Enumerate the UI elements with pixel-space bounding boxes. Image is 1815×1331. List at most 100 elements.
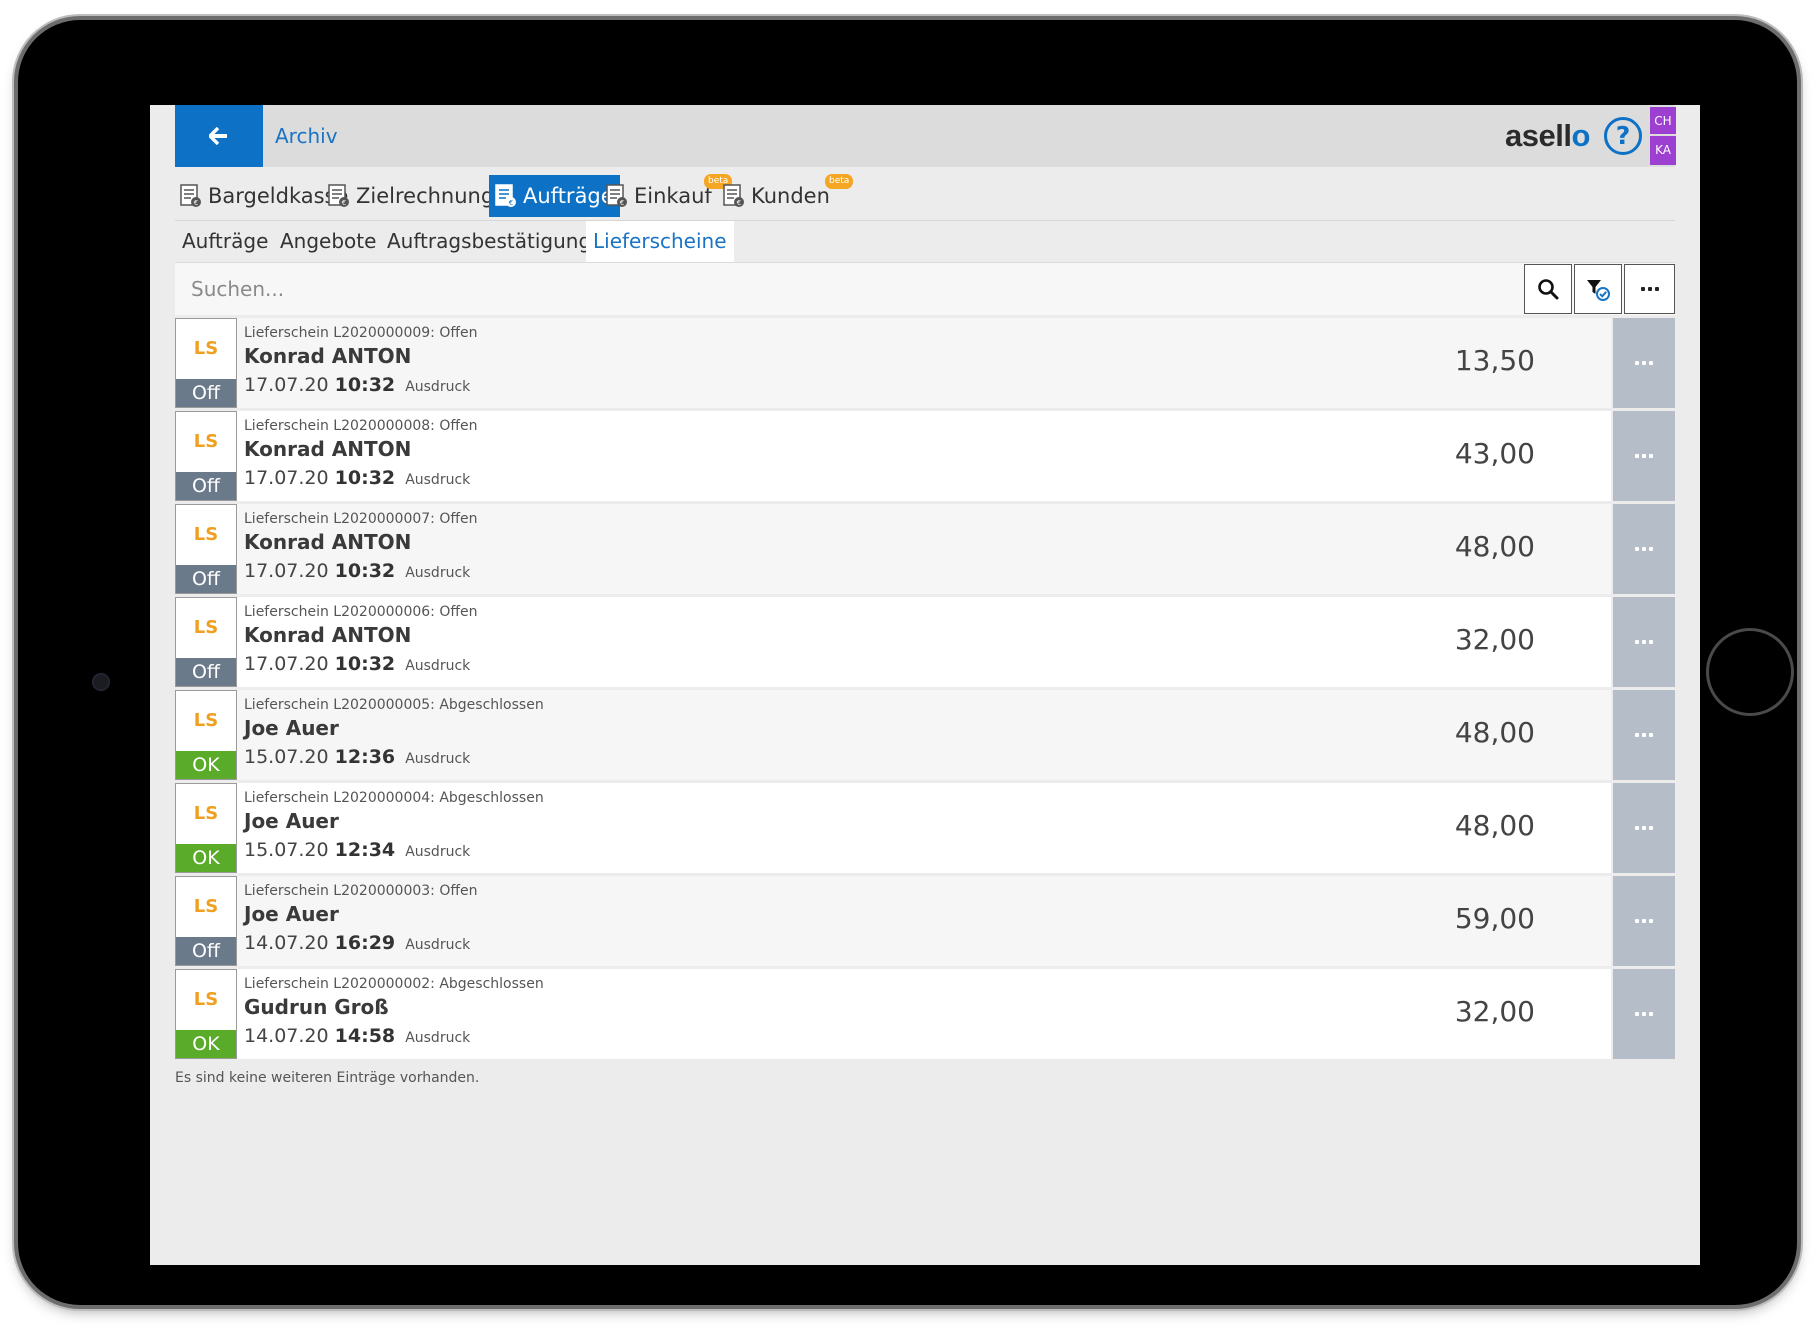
status-badge: Off — [176, 379, 236, 407]
row-more-button[interactable] — [1613, 597, 1675, 687]
amount: 48,00 — [1454, 809, 1535, 842]
document-type-code: LS — [193, 431, 219, 452]
screen: Archiv asello ? CH KA € Bargeldkasse € Z… — [150, 105, 1700, 1265]
purchase-doc-icon: € — [606, 184, 627, 207]
amount: 48,00 — [1454, 530, 1535, 563]
document-time: 10:32 — [334, 374, 396, 396]
tab-bargeldkasse[interactable]: € Bargeldkasse — [180, 175, 348, 217]
amount: 59,00 — [1454, 902, 1535, 935]
date-line: 17.07.20 10:32 Ausdruck — [244, 560, 470, 582]
subtab-lieferscheine[interactable]: Lieferscheine — [586, 221, 734, 262]
document-date: 14.07.20 — [244, 1025, 329, 1047]
filter-button[interactable] — [1574, 264, 1622, 314]
output-mode: Ausdruck — [405, 937, 471, 953]
beta-badge: beta — [825, 174, 854, 189]
document-number: Lieferschein L2020000004: Abgeschlossen — [244, 790, 544, 806]
status-badge: OK — [176, 844, 236, 872]
status-badge: OK — [176, 751, 236, 779]
document-time: 10:32 — [334, 560, 396, 582]
status-badge: Off — [176, 565, 236, 593]
document-type-box: LS OK — [175, 690, 237, 780]
more-options-button[interactable] — [1624, 264, 1675, 314]
subtab-auftraege[interactable]: Aufträge — [182, 221, 268, 262]
customer-name: Joe Auer — [244, 902, 339, 926]
user-initials-bottom: KA — [1655, 143, 1671, 157]
back-button[interactable] — [175, 105, 263, 167]
document-time: 10:32 — [334, 467, 396, 489]
list-item-body[interactable]: LS Off Lieferschein L2020000003: Offen J… — [175, 876, 1611, 966]
search-input[interactable] — [175, 263, 1525, 315]
document-number: Lieferschein L2020000009: Offen — [244, 325, 478, 341]
list-item-body[interactable]: LS OK Lieferschein L2020000004: Abgeschl… — [175, 783, 1611, 873]
date-line: 17.07.20 10:32 Ausdruck — [244, 374, 470, 396]
document-date: 15.07.20 — [244, 839, 329, 861]
document-type-box: LS Off — [175, 597, 237, 687]
document-type-box: LS Off — [175, 876, 237, 966]
output-mode: Ausdruck — [405, 565, 471, 581]
tab-auftraege[interactable]: € Aufträge — [489, 175, 620, 217]
svg-text:€: € — [737, 199, 741, 207]
document-time: 10:32 — [334, 653, 396, 675]
delivery-note-list: LS Off Lieferschein L2020000009: Offen K… — [175, 318, 1675, 1062]
row-more-button[interactable] — [1613, 318, 1675, 408]
camera-lens — [92, 673, 110, 691]
row-more-button[interactable] — [1613, 411, 1675, 501]
document-type-box: LS OK — [175, 969, 237, 1059]
svg-text:€: € — [509, 199, 513, 207]
list-item: LS Off Lieferschein L2020000009: Offen K… — [175, 318, 1675, 408]
more-dots-icon — [1635, 361, 1653, 365]
svg-text:€: € — [620, 199, 624, 207]
document-type-code: LS — [193, 524, 219, 545]
list-item-body[interactable]: LS Off Lieferschein L2020000008: Offen K… — [175, 411, 1611, 501]
subtab-angebote[interactable]: Angebote — [280, 221, 376, 262]
status-badge: Off — [176, 658, 236, 686]
document-number: Lieferschein L2020000003: Offen — [244, 883, 478, 899]
status-badge: OK — [176, 1030, 236, 1058]
date-line: 17.07.20 10:32 Ausdruck — [244, 467, 470, 489]
output-mode: Ausdruck — [405, 1030, 471, 1046]
list-item-body[interactable]: LS Off Lieferschein L2020000007: Offen K… — [175, 504, 1611, 594]
date-line: 15.07.20 12:34 Ausdruck — [244, 839, 470, 861]
more-dots-icon — [1635, 919, 1653, 923]
row-more-button[interactable] — [1613, 876, 1675, 966]
document-time: 16:29 — [334, 932, 396, 954]
row-more-button[interactable] — [1613, 504, 1675, 594]
document-number: Lieferschein L2020000005: Abgeschlossen — [244, 697, 544, 713]
help-icon[interactable]: ? — [1604, 117, 1642, 155]
document-number: Lieferschein L2020000002: Abgeschlossen — [244, 976, 544, 992]
brand-text: asell — [1505, 118, 1572, 153]
customer-name: Joe Auer — [244, 809, 339, 833]
brand-logo: asello — [1505, 115, 1590, 157]
list-item-body[interactable]: LS Off Lieferschein L2020000006: Offen K… — [175, 597, 1611, 687]
list-item-body[interactable]: LS OK Lieferschein L2020000002: Abgeschl… — [175, 969, 1611, 1059]
row-more-button[interactable] — [1613, 690, 1675, 780]
document-date: 17.07.20 — [244, 560, 329, 582]
amount: 48,00 — [1454, 716, 1535, 749]
list-item: LS OK Lieferschein L2020000005: Abgeschl… — [175, 690, 1675, 780]
output-mode: Ausdruck — [405, 379, 471, 395]
search-button[interactable] — [1524, 264, 1572, 314]
subtab-auftragsbestaetigung[interactable]: Auftragsbestätigung — [387, 221, 591, 262]
list-item: LS Off Lieferschein L2020000008: Offen K… — [175, 411, 1675, 501]
search-bar — [175, 262, 1675, 315]
customer-name: Konrad ANTON — [244, 530, 412, 554]
list-item-body[interactable]: LS OK Lieferschein L2020000005: Abgeschl… — [175, 690, 1611, 780]
status-badge: Off — [176, 472, 236, 500]
tab-einkauf[interactable]: € Einkauf beta — [606, 174, 733, 217]
document-time: 12:34 — [334, 839, 396, 861]
customer-name: Konrad ANTON — [244, 437, 412, 461]
customer-name: Konrad ANTON — [244, 623, 412, 647]
document-number: Lieferschein L2020000008: Offen — [244, 418, 478, 434]
home-button[interactable] — [1706, 628, 1794, 716]
brand-o: o — [1571, 118, 1590, 153]
list-item-body[interactable]: LS Off Lieferschein L2020000009: Offen K… — [175, 318, 1611, 408]
user-badge[interactable]: CH KA — [1650, 107, 1676, 165]
output-mode: Ausdruck — [405, 658, 471, 674]
list-item: LS Off Lieferschein L2020000003: Offen J… — [175, 876, 1675, 966]
document-type-box: LS Off — [175, 411, 237, 501]
more-dots-icon — [1635, 1012, 1653, 1016]
tab-kunden[interactable]: € Kunden beta — [723, 174, 854, 217]
output-mode: Ausdruck — [405, 844, 471, 860]
row-more-button[interactable] — [1613, 783, 1675, 873]
row-more-button[interactable] — [1613, 969, 1675, 1059]
